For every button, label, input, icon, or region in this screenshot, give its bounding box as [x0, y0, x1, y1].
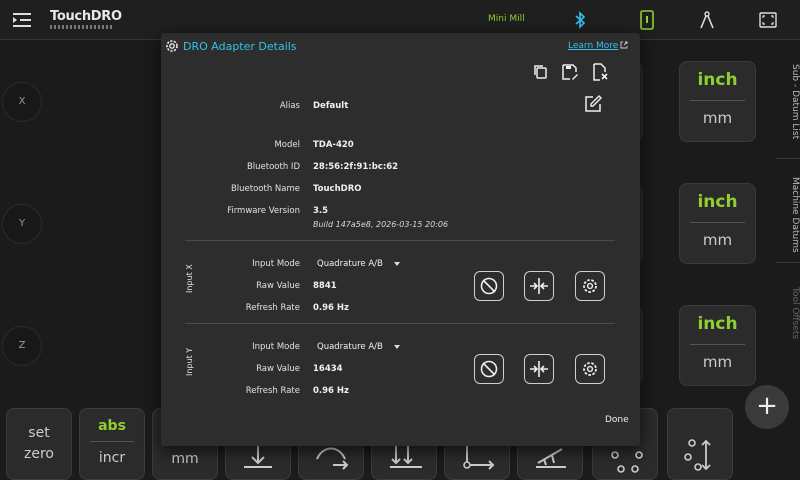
- input-y-raw-value: 16434: [313, 364, 343, 374]
- hole-pattern-button[interactable]: [667, 408, 733, 480]
- menu-collapse-icon[interactable]: [12, 10, 32, 30]
- refresh-rate-label: Refresh Rate: [245, 303, 300, 313]
- machine-profile[interactable]: Mini Mill: [488, 14, 525, 24]
- input-x-settings-button[interactable]: [575, 271, 605, 301]
- external-link-icon[interactable]: [620, 41, 628, 49]
- input-y-mode-select[interactable]: Quadrature A/B: [317, 342, 383, 352]
- unit-toggle-x[interactable]: inch mm: [679, 61, 756, 142]
- gear-icon: [166, 40, 178, 52]
- compress-horizontal-icon: [530, 278, 548, 294]
- unit-secondary: mm: [702, 353, 733, 371]
- logo-ruler: [50, 25, 112, 29]
- input-x-compress-button[interactable]: [524, 271, 554, 301]
- input-mode-label: Input Mode: [252, 342, 300, 352]
- raw-value-label: Raw Value: [256, 364, 300, 374]
- disable-icon: [480, 277, 498, 295]
- firmware-value: 3.5: [313, 206, 329, 216]
- bluetooth-name-label: Bluetooth Name: [230, 184, 300, 194]
- divider: [185, 323, 615, 324]
- firmware-label: Firmware Version: [227, 206, 300, 216]
- alias-label: Alias: [279, 101, 300, 111]
- file-reset-icon[interactable]: [591, 63, 609, 81]
- app-logo: TouchDRO: [50, 9, 122, 24]
- input-x-refresh-rate: 0.96 Hz: [313, 303, 349, 313]
- raw-value-label: Raw Value: [256, 281, 300, 291]
- unit-toggle-z[interactable]: inch mm: [679, 305, 756, 386]
- unit-primary: inch: [697, 314, 738, 334]
- copy-icon[interactable]: [532, 63, 550, 81]
- app-root: TouchDRO Mini Mill X Y Z inch mm inch mm: [0, 0, 800, 480]
- add-fab-button[interactable]: +: [745, 385, 789, 429]
- chevron-down-icon[interactable]: [394, 345, 400, 349]
- unit-primary: inch: [697, 70, 738, 90]
- gear-icon: [583, 279, 597, 293]
- abs-incr-toggle[interactable]: abs incr: [79, 408, 145, 480]
- learn-more-link[interactable]: Learn More: [568, 41, 618, 51]
- chevron-down-icon[interactable]: [394, 262, 400, 266]
- firmware-build: Build 147a5e8, 2026-03-15 20:06: [313, 220, 449, 229]
- unit-secondary: mm: [702, 231, 733, 249]
- tab-machine-datums[interactable]: Machine Datums: [776, 170, 800, 260]
- refresh-rate-label: Refresh Rate: [245, 386, 300, 396]
- bluetooth-id-label: Bluetooth ID: [246, 162, 300, 172]
- dro-adapter-dialog: DRO Adapter Details Learn More Alias Def…: [161, 33, 640, 446]
- input-x-raw-value: 8841: [313, 281, 337, 291]
- model-label: Model: [274, 140, 300, 150]
- compass-icon[interactable]: [697, 10, 717, 30]
- set-zero-button[interactable]: set zero: [6, 408, 72, 480]
- save-edit-icon[interactable]: [561, 63, 579, 81]
- axis-y-button[interactable]: Y: [2, 204, 42, 244]
- input-x-mode-select[interactable]: Quadrature A/B: [317, 259, 383, 269]
- alias-value: Default: [313, 101, 349, 111]
- axis-z-button[interactable]: Z: [2, 326, 42, 366]
- unit-primary: inch: [697, 192, 738, 212]
- axis-x-button[interactable]: X: [2, 82, 42, 122]
- dialog-title: DRO Adapter Details: [183, 40, 297, 53]
- disable-icon: [480, 360, 498, 378]
- input-y-compress-button[interactable]: [524, 354, 554, 384]
- compress-horizontal-icon: [530, 361, 548, 377]
- fullscreen-icon[interactable]: [758, 10, 778, 30]
- bluetooth-icon[interactable]: [570, 10, 590, 30]
- model-value: TDA-420: [313, 140, 354, 150]
- gear-icon: [583, 362, 597, 376]
- edit-icon[interactable]: [584, 95, 602, 113]
- input-y-disable-button[interactable]: [474, 354, 504, 384]
- bluetooth-name-value: TouchDRO: [313, 184, 362, 194]
- tab-tool-offsets[interactable]: Tool Offsets: [776, 278, 800, 348]
- bluetooth-id-value: 28:56:2f:91:bc:62: [313, 162, 399, 172]
- hole-pattern-icon: [684, 439, 711, 471]
- input-mode-label: Input Mode: [252, 259, 300, 269]
- input-y-settings-button[interactable]: [575, 354, 605, 384]
- input-x-disable-button[interactable]: [474, 271, 504, 301]
- tab-sub-datum-list[interactable]: Sub - Datum List: [776, 62, 800, 142]
- done-button[interactable]: Done: [605, 415, 629, 425]
- unit-secondary: mm: [702, 109, 733, 127]
- input-y-refresh-rate: 0.96 Hz: [313, 386, 349, 396]
- tablet-icon[interactable]: [637, 10, 657, 30]
- divider: [185, 240, 615, 241]
- unit-toggle-y[interactable]: inch mm: [679, 183, 756, 264]
